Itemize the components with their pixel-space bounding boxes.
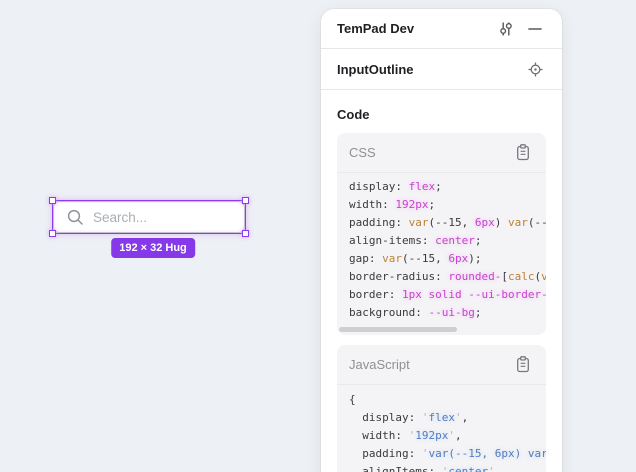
code-line: border: 1px solid --ui-border- [349,286,546,304]
search-input-placeholder: Search... [93,210,147,225]
tempad-dev-panel: TemPad Dev InputOutline [321,9,562,472]
code-line: width: 192px; [349,196,546,214]
js-code-block: JavaScript { display: 'flex', width: '19… [337,345,546,472]
code-section-heading: Code [337,107,546,122]
panel-title: TemPad Dev [337,21,495,36]
code-line: padding: 'var(--15, 6px) var [349,445,546,463]
code-line: gap: var(--15, 6px); [349,250,546,268]
horizontal-scrollbar-thumb[interactable] [339,327,457,332]
code-line: { [349,391,546,409]
panel-header: TemPad Dev [321,9,562,49]
code-line: padding: var(--15, 6px) var(-- [349,214,546,232]
selected-node-name: InputOutline [337,62,524,77]
css-block-header: CSS [337,133,546,173]
code-line: align-items: center; [349,232,546,250]
sliders-icon[interactable] [495,18,517,40]
code-line: width: '192px', [349,427,546,445]
css-code: display: flex;width: 192px;padding: var(… [337,173,546,334]
clipboard-icon[interactable] [512,354,534,376]
code-line: border-radius: rounded-[calc(v [349,268,546,286]
magnifier-icon [67,209,84,226]
js-block-label: JavaScript [349,357,512,372]
figma-canvas-screen: Search... 192 × 32 Hug TemPad Dev [0,0,636,472]
js-code: { display: 'flex', width: '192px', paddi… [337,385,546,472]
js-block-header: JavaScript [337,345,546,385]
minimize-icon[interactable] [524,18,546,40]
code-section: Code CSS display: flex;width: 192px;padd… [321,90,562,472]
css-code-block: CSS display: flex;width: 192px;padding: … [337,133,546,335]
selected-node-row[interactable]: InputOutline [321,49,562,90]
code-line: display: 'flex', [349,409,546,427]
css-block-label: CSS [349,145,512,160]
locate-icon[interactable] [524,58,546,80]
search-input[interactable]: Search... [53,201,245,233]
code-line: alignItems: 'center', [349,463,546,472]
code-line: background: --ui-bg; [349,304,546,322]
code-line: display: flex; [349,178,546,196]
selection-size-badge: 192 × 32 Hug [111,238,195,258]
clipboard-icon[interactable] [512,142,534,164]
